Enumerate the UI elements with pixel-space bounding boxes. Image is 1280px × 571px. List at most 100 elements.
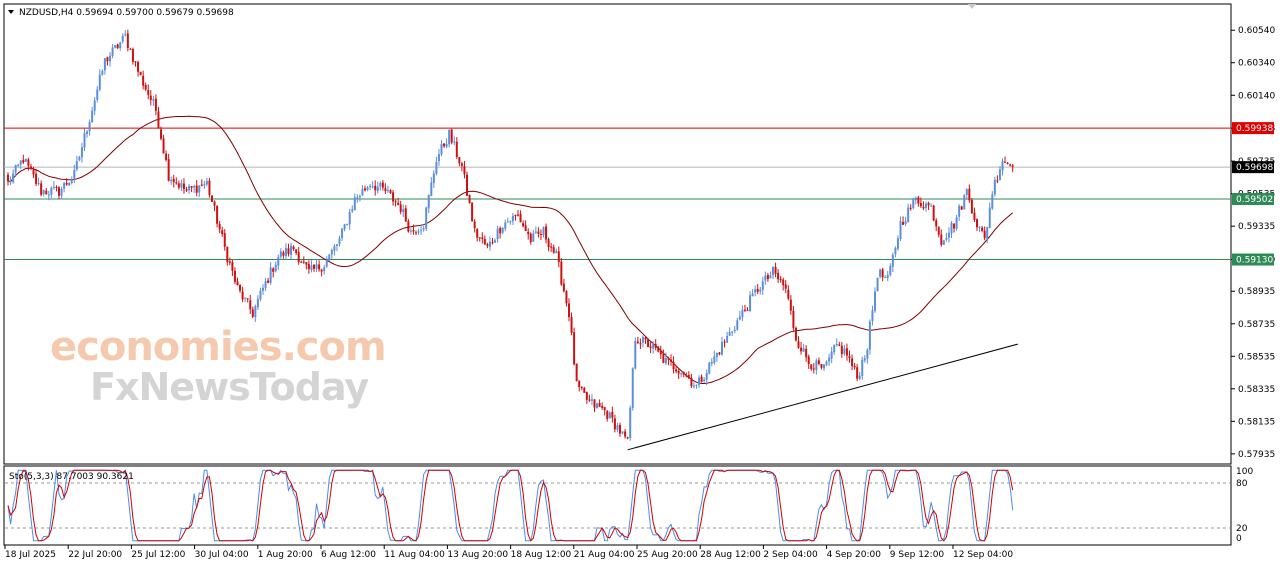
- candle-body: [874, 291, 876, 311]
- candle-body: [335, 244, 338, 246]
- candle: [524, 220, 527, 232]
- candle-body: [812, 368, 815, 370]
- sto-signal-line: [7, 469, 1014, 542]
- candle-body: [216, 206, 219, 224]
- candle-body: [1009, 164, 1012, 166]
- candle-body: [37, 183, 40, 185]
- time-axis: 18 Jul 2025 22 Jul 20:00 25 Jul 12:00 30 Ju…: [4, 545, 1013, 560]
- candle-body: [820, 364, 823, 368]
- candle: [338, 235, 341, 247]
- candle-body: [810, 364, 813, 370]
- symbol-header: NZDUSD,H4 0.59694 0.59700 0.59679 0.5969…: [19, 8, 234, 18]
- candle-body: [466, 174, 468, 196]
- candle: [290, 242, 293, 260]
- candle: [256, 295, 259, 311]
- candle: [532, 229, 535, 243]
- candle: [797, 336, 800, 349]
- candle: [853, 362, 856, 370]
- candle: [978, 226, 981, 233]
- candle: [116, 43, 119, 50]
- candle-body: [211, 195, 213, 202]
- candle: [435, 156, 438, 176]
- candle: [119, 41, 122, 52]
- candle-body: [981, 227, 984, 231]
- shift-marker-icon[interactable]: [968, 4, 976, 9]
- candle-body: [60, 188, 63, 196]
- candle: [927, 201, 930, 210]
- candle-body: [917, 197, 920, 204]
- candle-body: [494, 240, 497, 243]
- candle-body: [764, 275, 767, 281]
- candle-body: [654, 343, 657, 348]
- candle: [708, 361, 711, 375]
- candle-body: [698, 377, 701, 385]
- candle: [608, 411, 611, 419]
- candle: [333, 243, 336, 256]
- candle: [828, 353, 831, 367]
- candle-body: [88, 122, 91, 132]
- candle-body: [415, 232, 417, 234]
- candle: [381, 179, 384, 191]
- candle: [254, 304, 257, 322]
- candle: [200, 179, 203, 187]
- candle-body: [193, 185, 196, 188]
- candle: [698, 375, 701, 389]
- candle-body: [583, 387, 586, 393]
- candle: [922, 201, 925, 211]
- symbol-dropdown-icon[interactable]: [8, 10, 14, 14]
- candle-body: [728, 332, 731, 336]
- candle: [506, 217, 509, 223]
- candle: [631, 367, 634, 411]
- candle: [626, 436, 629, 440]
- candle-body: [463, 166, 466, 175]
- candle: [450, 128, 453, 145]
- candle-body: [708, 362, 711, 374]
- candle: [371, 181, 374, 189]
- candle: [190, 185, 193, 193]
- candle-body: [858, 375, 861, 379]
- candle: [565, 290, 568, 307]
- candle: [137, 60, 140, 77]
- candle: [741, 305, 744, 322]
- candle-body: [52, 186, 55, 188]
- candle: [203, 180, 206, 189]
- candle-body: [889, 265, 892, 275]
- candle: [211, 194, 213, 203]
- candle: [965, 188, 968, 200]
- candle: [723, 339, 726, 348]
- candle-body: [111, 47, 114, 56]
- candle: [670, 354, 672, 366]
- candle: [562, 278, 565, 293]
- candle: [302, 256, 305, 264]
- level-price-label-0: 0.59938: [1236, 124, 1273, 134]
- candle-body: [902, 221, 905, 225]
- candle: [453, 136, 456, 146]
- candle-body: [83, 133, 86, 148]
- candle-body: [361, 189, 364, 196]
- candle-body: [267, 280, 270, 283]
- candle-body: [833, 344, 836, 353]
- candle-body: [417, 231, 420, 233]
- candle: [830, 346, 833, 364]
- y-tick-label: 0.60140: [1238, 91, 1275, 101]
- candle: [838, 341, 841, 347]
- candle-body: [529, 233, 532, 243]
- candle: [955, 214, 958, 231]
- candle-body: [256, 298, 259, 308]
- x-tick-label: 30 Jul 04:00: [195, 550, 249, 560]
- candle-body: [103, 58, 106, 71]
- stochastic-label: Sto(5,3,3) 87.7003 90.3621: [9, 472, 134, 482]
- candle: [845, 343, 848, 361]
- candle: [820, 363, 823, 370]
- candle: [547, 237, 550, 252]
- candle: [80, 142, 83, 163]
- candle: [858, 372, 861, 381]
- candle-body: [445, 143, 448, 147]
- candle-body: [644, 337, 647, 340]
- trendline: [627, 343, 1018, 451]
- candle: [75, 155, 78, 172]
- candle-body: [914, 197, 917, 201]
- y-tick-label: 0.60540: [1238, 26, 1275, 36]
- x-tick-label: 18 Aug 12:00: [511, 550, 572, 560]
- candle-body: [86, 131, 89, 134]
